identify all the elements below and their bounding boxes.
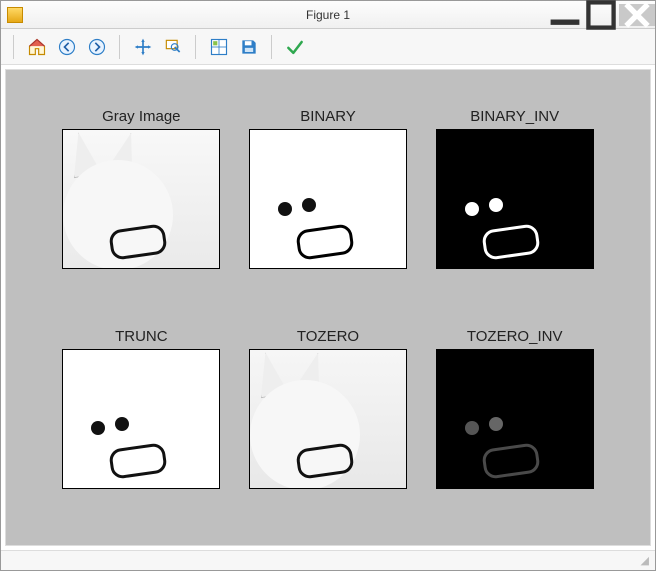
subplot-binary-inv: BINARY_INV (431, 108, 598, 288)
app-icon (7, 7, 23, 23)
subplot-title: BINARY (300, 108, 356, 125)
save-icon[interactable] (237, 35, 261, 59)
close-button[interactable] (619, 4, 655, 26)
toolbar-separator (13, 35, 15, 59)
home-icon[interactable] (25, 35, 49, 59)
image-tozero-inv (436, 349, 594, 489)
subplot-tozero-inv: TOZERO_INV (431, 328, 598, 508)
back-icon[interactable] (55, 35, 79, 59)
image-tozero (249, 349, 407, 489)
subplot-title: TRUNC (115, 328, 168, 345)
image-binary (249, 129, 407, 269)
subplot-title: TOZERO_INV (467, 328, 563, 345)
toolbar-separator (271, 35, 273, 59)
statusbar: ◢ (1, 550, 655, 570)
window-controls (547, 4, 655, 26)
customize-icon[interactable] (283, 35, 307, 59)
subplot-title: BINARY_INV (470, 108, 559, 125)
titlebar: Figure 1 (1, 1, 655, 29)
toolbar-separator (119, 35, 121, 59)
maximize-button[interactable] (583, 4, 619, 26)
forward-icon[interactable] (85, 35, 109, 59)
figure-canvas[interactable]: Gray Image BINARY BINARY_INV TRUNC TOZER… (5, 69, 651, 546)
subplot-tozero: TOZERO (245, 328, 412, 508)
subplots-icon[interactable] (207, 35, 231, 59)
subplot-binary: BINARY (245, 108, 412, 288)
subplot-title: Gray Image (102, 108, 180, 125)
toolbar-separator (195, 35, 197, 59)
pan-icon[interactable] (131, 35, 155, 59)
image-trunc (62, 349, 220, 489)
subplot-gray: Gray Image (58, 108, 225, 288)
minimize-button[interactable] (547, 4, 583, 26)
subplot-title: TOZERO (297, 328, 359, 345)
image-binary-inv (436, 129, 594, 269)
resize-grip-icon[interactable]: ◢ (641, 554, 649, 567)
toolbar (1, 29, 655, 65)
zoom-icon[interactable] (161, 35, 185, 59)
image-gray (62, 129, 220, 269)
subplot-trunc: TRUNC (58, 328, 225, 508)
subplot-grid: Gray Image BINARY BINARY_INV TRUNC TOZER… (18, 88, 638, 527)
window-title: Figure 1 (306, 8, 350, 22)
